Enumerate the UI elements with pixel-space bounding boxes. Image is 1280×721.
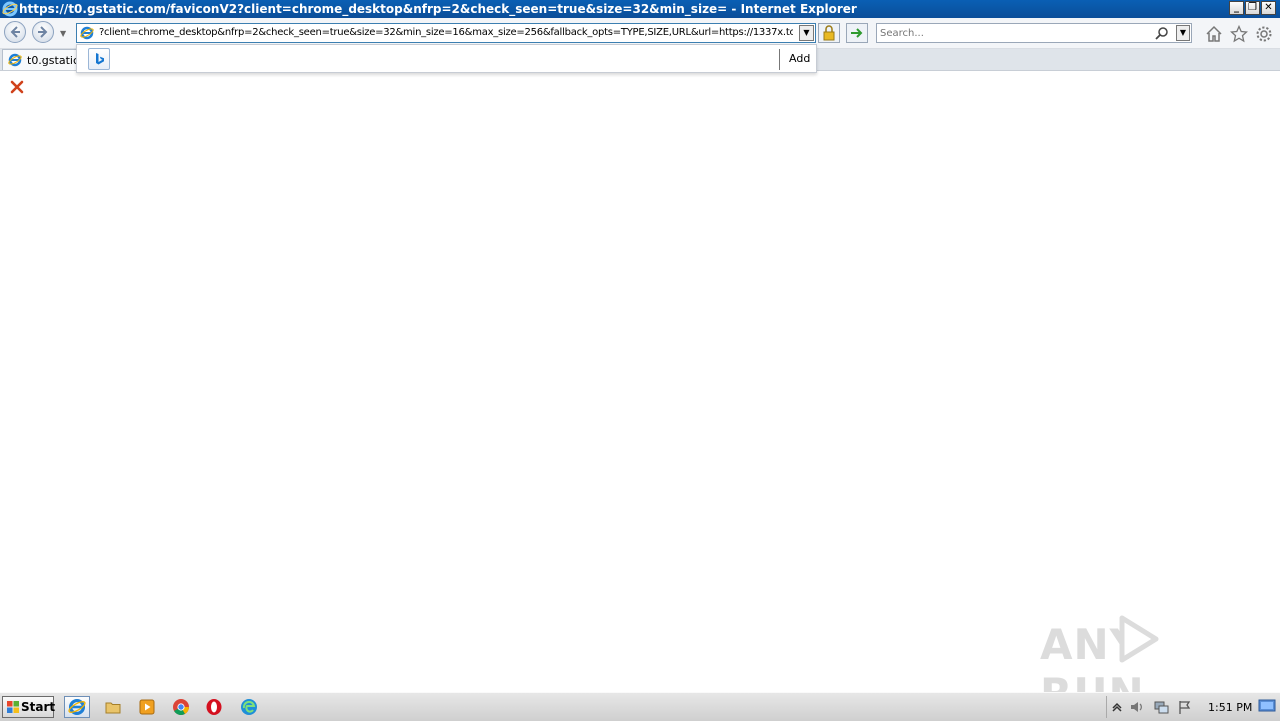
edge-icon (241, 699, 257, 715)
broken-image-icon (10, 80, 24, 94)
minimize-button[interactable]: _ (1229, 1, 1244, 15)
search-dropdown-button[interactable]: ▼ (1176, 25, 1190, 41)
start-button[interactable]: Start (2, 696, 56, 718)
favorites-star-icon[interactable] (1230, 25, 1248, 43)
lock-icon (823, 25, 835, 41)
taskbar-internet-explorer[interactable] (64, 696, 90, 718)
start-label: Start (21, 700, 56, 714)
media-player-icon (139, 699, 155, 715)
address-text[interactable]: ?client=chrome_desktop&nfrp=2&check_seen… (99, 27, 793, 38)
forward-button[interactable] (32, 21, 54, 43)
restore-button[interactable]: ❐ (1245, 1, 1260, 15)
network-icon[interactable] (1153, 699, 1169, 715)
history-dropdown-icon[interactable]: ▼ (60, 29, 66, 38)
window-title: https://t0.gstatic.com/faviconV2?client=… (19, 2, 857, 16)
address-bar[interactable]: ?client=chrome_desktop&nfrp=2&check_seen… (76, 23, 816, 43)
play-logo-icon (1119, 615, 1159, 663)
taskbar-opera[interactable] (201, 696, 227, 718)
tab-gstatic[interactable]: t0.gstatic (2, 49, 80, 70)
chrome-icon (173, 699, 189, 715)
page-ie-icon (80, 26, 94, 40)
taskbar-edge[interactable] (236, 696, 262, 718)
show-hidden-icons-icon[interactable] (1109, 699, 1125, 715)
close-button[interactable]: ✕ (1261, 1, 1276, 15)
internet-explorer-icon (68, 698, 86, 716)
search-provider-dropdown: Add (76, 44, 817, 73)
title-bar: https://t0.gstatic.com/faviconV2?client=… (0, 0, 1280, 18)
search-icon[interactable] (1155, 26, 1169, 40)
folder-icon (105, 702, 121, 714)
clock[interactable]: 1:51 PM (1208, 701, 1252, 714)
go-button[interactable] (846, 23, 868, 43)
security-lock-button[interactable] (818, 23, 840, 43)
back-button[interactable] (4, 21, 26, 43)
home-icon[interactable] (1205, 25, 1223, 43)
taskbar-media-player[interactable] (134, 696, 160, 718)
taskbar-chrome[interactable] (168, 696, 194, 718)
divider (779, 49, 780, 70)
gear-icon[interactable] (1255, 25, 1273, 43)
back-arrow-icon (10, 26, 20, 38)
go-arrow-icon (851, 28, 863, 38)
address-dropdown-button[interactable]: ▼ (799, 25, 814, 41)
taskbar-file-explorer[interactable] (100, 696, 126, 718)
volume-icon[interactable] (1129, 699, 1145, 715)
tab-label: t0.gstatic (27, 54, 79, 67)
taskbar: Start 1:51 PM (0, 692, 1280, 721)
anyrun-watermark: ANY RUN (1040, 606, 1240, 718)
add-provider-button[interactable]: Add (789, 52, 810, 65)
forward-arrow-icon (38, 26, 48, 38)
search-input[interactable] (880, 26, 1150, 40)
search-box[interactable]: ▼ (876, 23, 1192, 43)
opera-icon (206, 699, 222, 715)
windows-logo-icon (7, 701, 19, 713)
internet-explorer-icon (2, 1, 18, 17)
bing-icon (96, 53, 104, 65)
bing-provider-button[interactable] (88, 48, 110, 70)
show-desktop-icon[interactable] (1258, 697, 1276, 715)
tab-ie-icon (8, 53, 22, 67)
action-center-flag-icon[interactable] (1177, 699, 1193, 715)
